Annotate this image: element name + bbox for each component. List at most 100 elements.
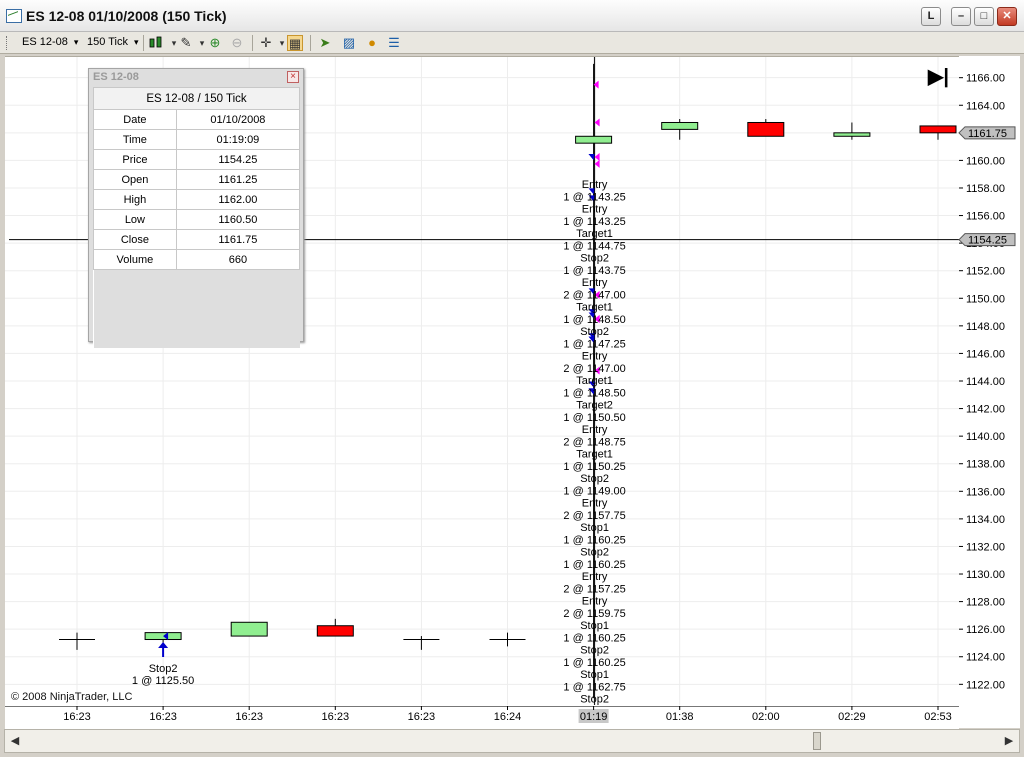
execution-label: Entry	[582, 424, 608, 436]
data-box-header: ES 12-08 / 150 Tick	[93, 87, 300, 110]
go-to-end-icon[interactable]: ▶|	[928, 64, 949, 89]
y-tick-label: 1138.00	[966, 459, 1005, 471]
x-tick-label: 16:23	[63, 711, 91, 723]
y-tick-label: 1132.00	[966, 541, 1005, 553]
execution-label: 1 @ 1144.75	[563, 240, 625, 252]
execution-label: 1 @ 1147.25	[563, 338, 625, 350]
execution-label: Target1	[576, 228, 613, 240]
execution-label: Entry	[582, 204, 608, 216]
candle-up	[833, 132, 871, 137]
x-tick-label: 01:38	[666, 711, 694, 723]
copyright-text: © 2008 NinjaTrader, LLC	[11, 691, 133, 703]
execution-label: 1 @ 1162.75	[563, 681, 625, 693]
y-tick-label: 1164.00	[966, 100, 1005, 112]
buy-execution-marker	[588, 153, 595, 160]
execution-label: 1 @ 1143.25	[563, 191, 625, 203]
execution-label: Stop2	[149, 663, 178, 675]
y-tick-label: 1126.00	[966, 624, 1005, 636]
execution-label: Stop1	[580, 522, 609, 534]
y-tick-label: 1136.00	[966, 486, 1005, 498]
execution-label: 1 @ 1148.50	[563, 314, 625, 326]
x-tick-label: 02:29	[838, 711, 866, 723]
x-tick-label: 16:23	[235, 711, 263, 723]
data-box-row: Time 01:19:09	[93, 129, 301, 150]
x-tick-label: 16:24	[494, 711, 522, 723]
execution-label: 1 @ 1160.25	[563, 534, 625, 546]
data-box-table: ES 12-08 / 150 Tick Date 01/10/2008 Time 01…	[93, 87, 301, 348]
execution-label: Entry	[582, 596, 608, 608]
candle-down	[919, 125, 957, 134]
y-tick-label: 1134.00	[966, 514, 1005, 526]
y-tick-label: 1156.00	[966, 211, 1005, 223]
sell-execution-marker	[594, 159, 600, 168]
y-tick-label: 1122.00	[966, 679, 1005, 691]
data-box-label: Volume	[93, 249, 177, 270]
execution-label: 2 @ 1147.00	[563, 289, 625, 301]
data-box-empty-area	[93, 269, 300, 348]
data-box-value: 660	[175, 249, 301, 270]
execution-label: 1 @ 1160.25	[563, 657, 625, 669]
data-box-row: Price 1154.25	[93, 149, 301, 170]
y-tick-label: 1158.00	[966, 183, 1005, 195]
execution-label: Stop2	[580, 547, 609, 559]
y-tick-label: 1142.00	[966, 404, 1005, 416]
data-box-close-icon[interactable]: ×	[287, 71, 299, 83]
execution-label: 1 @ 1160.25	[563, 632, 625, 644]
data-box-row: Date 01/10/2008	[93, 109, 301, 130]
execution-label: 2 @ 1157.25	[563, 583, 625, 595]
data-box-row: Volume 660	[93, 249, 301, 270]
execution-label: Entry	[582, 571, 608, 583]
last-price-tag: 1161.75	[968, 128, 1007, 140]
scroll-thumb[interactable]	[813, 732, 821, 750]
execution-label: Stop1	[580, 620, 609, 632]
data-box-window[interactable]: ES 12-08 × ES 12-08 / 150 Tick Date 01/10…	[88, 68, 304, 348]
data-box-label: Close	[93, 229, 177, 250]
data-box-row: Close 1161.75	[93, 229, 301, 250]
y-tick-label: 1150.00	[966, 293, 1005, 305]
execution-label: 1 @ 1143.75	[563, 265, 625, 277]
data-box-row: Low 1160.50	[93, 209, 301, 230]
data-box-value: 1162.00	[175, 189, 301, 210]
y-tick-label: 1166.00	[966, 73, 1005, 85]
execution-label: 1 @ 1149.00	[563, 485, 625, 497]
sell-execution-marker	[594, 152, 600, 161]
x-tick-label: 16:23	[322, 711, 350, 723]
data-box-label: Time	[93, 129, 177, 150]
execution-label: Stop2	[580, 473, 609, 485]
horizontal-scrollbar[interactable]: ◀ ▶	[4, 729, 1020, 753]
execution-label: 1 @ 1148.50	[563, 387, 625, 399]
sell-execution-marker	[594, 118, 600, 127]
execution-label: 2 @ 1148.75	[563, 436, 625, 448]
execution-label: Stop2	[580, 253, 609, 265]
crosshair-price-tag: 1154.25	[968, 235, 1007, 247]
y-tick-label: 1148.00	[966, 321, 1005, 333]
execution-label: Target1	[576, 375, 613, 387]
data-box-value: 1160.50	[175, 209, 301, 230]
data-box-label: Date	[93, 109, 177, 130]
data-box-title: ES 12-08	[93, 71, 139, 83]
execution-label: 2 @ 1157.75	[563, 510, 625, 522]
candle-up	[661, 121, 699, 130]
execution-label: 1 @ 1150.25	[563, 461, 625, 473]
data-box-label: Price	[93, 149, 177, 170]
candle-up	[575, 135, 613, 144]
execution-label: Target1	[576, 449, 613, 461]
execution-label: 2 @ 1147.00	[563, 363, 625, 375]
execution-label: 2 @ 1159.75	[563, 608, 625, 620]
execution-label: Stop2	[580, 326, 609, 338]
candle-down	[316, 625, 354, 637]
execution-label: Entry	[582, 277, 608, 289]
execution-label: Entry	[582, 498, 608, 510]
execution-label: 1 @ 1150.50	[563, 412, 625, 424]
execution-label: Stop2	[580, 694, 609, 706]
x-tick-label: 16:23	[149, 711, 177, 723]
y-tick-label: 1144.00	[966, 376, 1005, 388]
scroll-right-icon[interactable]: ▶	[1001, 733, 1017, 749]
x-tick-label: 02:53	[924, 711, 952, 723]
execution-label: Target2	[576, 400, 613, 412]
x-tick-label: 16:23	[408, 711, 436, 723]
scroll-left-icon[interactable]: ◀	[7, 733, 23, 749]
y-tick-label: 1146.00	[966, 348, 1005, 360]
data-box-label: High	[93, 189, 177, 210]
execution-price-label: 1 @ 1125.50	[132, 675, 194, 687]
